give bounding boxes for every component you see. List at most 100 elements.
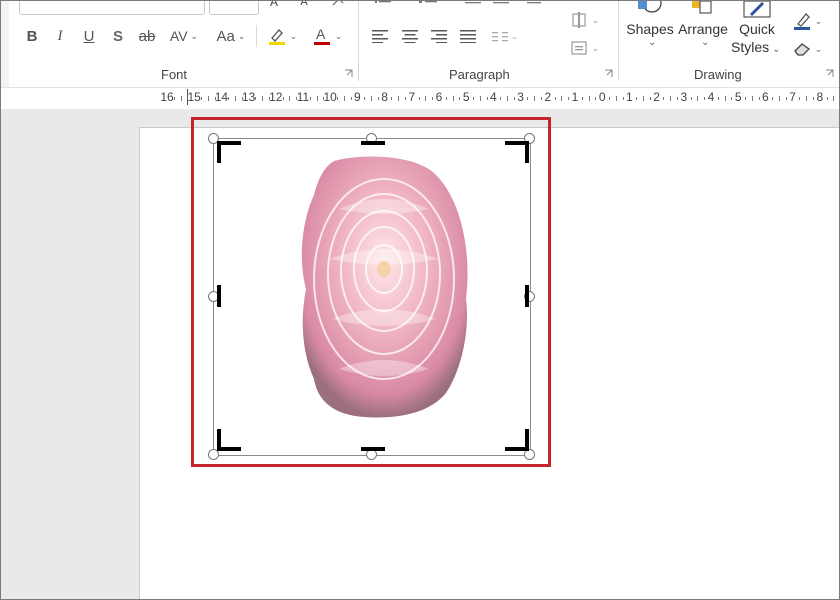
- ruler-tick: [201, 97, 202, 100]
- arrange-label: Arrange: [678, 21, 728, 37]
- ruler-tick: [785, 97, 787, 100]
- ruler-tick: [690, 97, 692, 100]
- ruler-tick: [826, 97, 828, 100]
- text-shadow-button[interactable]: S: [109, 25, 127, 47]
- align-text-icon: [571, 41, 587, 55]
- chevron-down-icon: ⌄: [591, 42, 600, 53]
- ruler-tick: [486, 97, 488, 100]
- ruler-label: 11: [296, 90, 310, 104]
- ruler-tick: [609, 97, 610, 100]
- font-color-button[interactable]: A ⌄: [307, 25, 347, 47]
- align-left-icon[interactable]: [371, 27, 389, 45]
- chevron-down-icon: ⌄: [510, 30, 519, 41]
- font-size-box[interactable]: [209, 1, 259, 15]
- ruler-tick: [235, 96, 236, 101]
- ruler-tick: [377, 97, 379, 100]
- ruler-label: 0: [598, 90, 606, 104]
- shape-effects-button[interactable]: ⌄: [787, 39, 827, 59]
- font-name-box[interactable]: [19, 1, 205, 15]
- line-spacing-icon[interactable]: [521, 1, 543, 7]
- font-group-label: Font: [161, 67, 188, 82]
- crop-handle-left[interactable]: [217, 285, 221, 307]
- chevron-down-icon: ⌄: [190, 30, 199, 41]
- arrange-icon: [692, 1, 712, 14]
- ruler-tick: [527, 97, 529, 100]
- clear-formatting-icon[interactable]: [331, 1, 345, 7]
- ruler-tick: [343, 96, 345, 101]
- crop-handle-right[interactable]: [525, 285, 529, 307]
- ruler-tick: [595, 97, 597, 100]
- ruler-tick: [316, 96, 318, 101]
- ruler-label: 5: [462, 90, 470, 104]
- italic-button[interactable]: I: [52, 25, 68, 47]
- horizontal-ruler[interactable]: 16 15 14 13 12 11 10 9 8 7 6 5 4 3 2 1 0 1 2 3 4 5 6 7 8: [141, 89, 839, 107]
- quick-styles-button[interactable]: Quick Styles ⌄: [731, 1, 783, 59]
- bold-button[interactable]: B: [23, 25, 41, 47]
- ruler-tick: [581, 97, 583, 100]
- arrange-button[interactable]: Arrange ⌄: [677, 1, 729, 59]
- ruler-label: 2: [653, 90, 660, 104]
- shape-outline-button[interactable]: ⌄: [787, 11, 827, 31]
- columns-button[interactable]: ⌄: [489, 27, 521, 45]
- indent-marker[interactable]: [187, 89, 188, 105]
- camellia-image: [301, 156, 468, 418]
- quick-styles-label-1: Quick: [739, 21, 775, 37]
- ruler-tick: [391, 97, 393, 100]
- ruler-tick: [473, 97, 474, 100]
- dialog-launcher-icon[interactable]: [825, 69, 834, 78]
- ruler-tick: [405, 97, 406, 100]
- text-direction-icon: [572, 12, 586, 28]
- align-right-icon[interactable]: [430, 27, 448, 45]
- ruler-label: 6: [762, 90, 769, 104]
- highlight-color-button[interactable]: ⌄: [263, 25, 301, 47]
- character-spacing-button[interactable]: AV ⌄: [166, 25, 202, 47]
- ruler-tick: [513, 97, 515, 100]
- text-direction-button[interactable]: ⌄: [565, 11, 605, 29]
- ruler-tick: [398, 96, 400, 101]
- ruler-tick: [622, 97, 624, 100]
- ruler-label: 1: [626, 90, 633, 104]
- ruler-tick: [337, 97, 338, 100]
- justify-icon[interactable]: [459, 27, 477, 45]
- align-center-icon[interactable]: [401, 27, 419, 45]
- font-color-icon: A: [313, 26, 330, 45]
- ruler-tick: [745, 97, 746, 100]
- align-text-button[interactable]: ⌄: [565, 39, 605, 57]
- shapes-icon: [638, 1, 662, 13]
- crop-handle-top[interactable]: [361, 141, 385, 145]
- increase-indent-icon[interactable]: [493, 1, 509, 7]
- ruler-label: 16: [160, 90, 174, 104]
- bullets-icon[interactable]: [375, 1, 391, 7]
- eraser-icon: [793, 43, 810, 56]
- ruler-tick: [500, 97, 502, 100]
- ruler-tick: [636, 97, 638, 100]
- numbering-icon[interactable]: [419, 1, 437, 7]
- ruler-tick: [751, 96, 753, 101]
- picture-crop-frame[interactable]: [213, 138, 531, 456]
- change-case-button[interactable]: Aa ⌄: [213, 25, 249, 47]
- crop-handle-bottom[interactable]: [361, 447, 385, 451]
- chevron-down-icon: ⌄: [772, 44, 781, 55]
- chevron-down-icon: ⌄: [814, 43, 823, 54]
- ruler-tick: [704, 97, 706, 100]
- shapes-button[interactable]: Shapes ⌄: [625, 1, 675, 59]
- columns-icon: [491, 32, 508, 42]
- ruler-tick: [452, 96, 454, 101]
- ruler-label: 2: [544, 90, 552, 104]
- ruler-label: 8: [816, 90, 824, 104]
- shrink-font-icon[interactable]: A: [297, 1, 311, 8]
- ruler-tick: [670, 96, 672, 101]
- ruler-tick: [561, 96, 563, 101]
- ruler-tick: [806, 96, 808, 101]
- ruler-tick: [799, 97, 801, 100]
- ruler-tick: [615, 96, 617, 101]
- decrease-indent-icon[interactable]: [465, 1, 481, 7]
- underline-button[interactable]: U: [80, 25, 98, 47]
- ruler-label: 7: [408, 90, 416, 104]
- grow-font-icon[interactable]: A: [267, 1, 281, 9]
- strikethrough-button[interactable]: ab: [135, 25, 159, 47]
- chevron-down-icon: ⌄: [237, 30, 246, 41]
- dialog-launcher-icon[interactable]: [604, 69, 613, 78]
- ruler-label: 14: [214, 90, 229, 104]
- dialog-launcher-icon[interactable]: [344, 69, 353, 78]
